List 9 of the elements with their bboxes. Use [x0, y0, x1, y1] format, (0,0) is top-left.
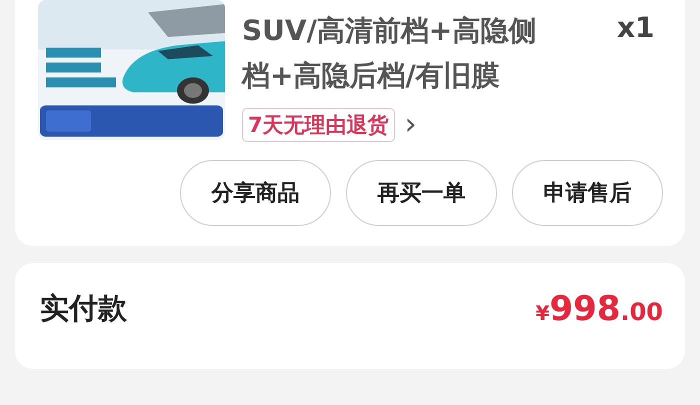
- chevron-icon[interactable]: ›: [404, 110, 417, 140]
- paid-amount-label: 实付款: [40, 290, 127, 327]
- return-policy-tag: 7天无理由退货: [242, 108, 395, 142]
- action-button[interactable]: 分享商品: [180, 160, 331, 226]
- action-button[interactable]: 再买一单: [346, 160, 497, 226]
- product-title: SUV/高清前档+高隐侧档+高隐后档/有旧膜: [242, 13, 538, 94]
- quantity: x1: [617, 14, 655, 46]
- action-button[interactable]: 申请售后: [512, 160, 663, 226]
- price: ¥998.00: [536, 289, 663, 329]
